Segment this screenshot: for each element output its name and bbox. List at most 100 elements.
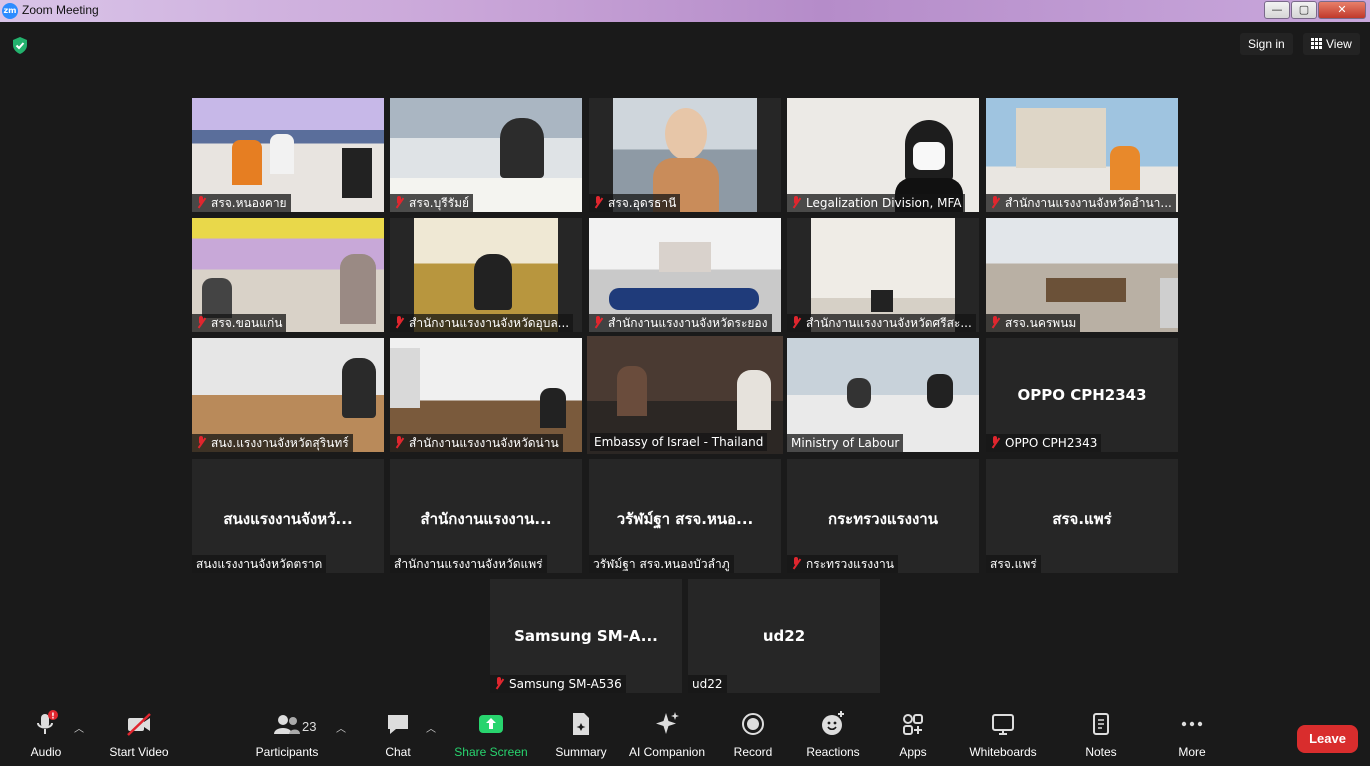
minimize-button[interactable]: —: [1264, 1, 1290, 19]
apps-button[interactable]: Apps: [894, 710, 932, 759]
mic-muted-icon: [990, 436, 1000, 449]
participant-name-label: สรจ.นครพนม: [986, 314, 1081, 332]
encryption-shield-icon[interactable]: [12, 37, 28, 54]
share-screen-icon: [479, 715, 503, 733]
participants-icon: [274, 715, 300, 734]
window-title-bar: zm Zoom Meeting — ▢ ✕: [0, 0, 1370, 22]
participant-tile[interactable]: สรจ.นครพนม: [986, 218, 1178, 332]
ai-companion-button[interactable]: AI Companion: [626, 710, 708, 759]
participant-tile-active-speaker[interactable]: Embassy of Israel - Thailand: [587, 336, 783, 454]
record-button[interactable]: Record: [730, 710, 776, 759]
participant-name-label: วรัฬม์ฐา สรจ.หนองบัวลำภู: [589, 555, 734, 573]
audio-alert-badge: !: [51, 712, 55, 721]
participant-tile[interactable]: สำนักงานแรงงานจังหวัดอุบล...: [390, 218, 582, 332]
participant-tile[interactable]: ud22 ud22: [688, 579, 880, 693]
participant-tile[interactable]: สำนักงานแรงงาน... สำนักงานแรงงานจังหวัดแ…: [390, 459, 582, 573]
chat-button[interactable]: Chat: [378, 710, 418, 759]
start-video-button[interactable]: Start Video: [104, 710, 174, 759]
summary-label: Summary: [555, 745, 607, 759]
participant-name-label: ud22: [688, 675, 727, 693]
participant-name-label: สำนักงานแรงงานจังหวัดอำนา...: [986, 194, 1176, 212]
participant-tile[interactable]: สนง.แรงงานจังหวัดสุรินทร์: [192, 338, 384, 452]
mic-muted-icon: [394, 316, 404, 329]
mic-muted-icon: [593, 196, 603, 209]
record-label: Record: [733, 745, 773, 759]
mic-muted-icon: [593, 316, 603, 329]
participant-tile[interactable]: Ministry of Labour: [787, 338, 979, 452]
summary-document-icon: [573, 713, 589, 735]
more-label: More: [1178, 745, 1206, 759]
participants-label: Participants: [255, 745, 319, 759]
view-button[interactable]: View: [1303, 33, 1360, 55]
participant-tile[interactable]: สรจ.อุดรธานี: [589, 98, 781, 212]
close-window-button[interactable]: ✕: [1318, 1, 1366, 19]
audio-label: Audio: [30, 745, 62, 759]
participants-button[interactable]: Participants: [252, 710, 322, 759]
participant-tile[interactable]: สรจ.หนองคาย: [192, 98, 384, 212]
mic-muted-icon: [394, 436, 404, 449]
sign-in-button[interactable]: Sign in: [1240, 33, 1293, 55]
leave-meeting-button[interactable]: Leave: [1297, 725, 1358, 753]
mic-muted-icon: [494, 677, 504, 690]
participant-tile[interactable]: สรจ.ขอนแก่น: [192, 218, 384, 332]
whiteboard-icon: [992, 714, 1014, 735]
participant-tile[interactable]: สำนักงานแรงงานจังหวัดอำนา...: [986, 98, 1178, 212]
chat-options-caret[interactable]: ︿: [426, 720, 436, 735]
participant-name-label: Embassy of Israel - Thailand: [590, 433, 768, 451]
participant-display-name: ud22: [762, 627, 806, 645]
participant-tile[interactable]: สำนักงานแรงงานจังหวัดน่าน: [390, 338, 582, 452]
participant-display-name: วรัฬม์ฐา สรจ.หนอ...: [616, 510, 754, 528]
audio-button[interactable]: ! Audio: [24, 710, 68, 759]
mic-muted-icon: [990, 316, 1000, 329]
notes-button[interactable]: Notes: [1078, 710, 1124, 759]
maximize-button[interactable]: ▢: [1291, 1, 1317, 19]
participant-tile[interactable]: วรัฬม์ฐา สรจ.หนอ... วรัฬม์ฐา สรจ.หนองบัว…: [589, 459, 781, 573]
participant-display-name: สนงแรงงานจังหวั...: [223, 510, 353, 528]
participant-tile[interactable]: กระทรวงแรงงาน กระทรวงแรงงาน: [787, 459, 979, 573]
participant-tile[interactable]: สนงแรงงานจังหวั... สนงแรงงานจังหวัดตราด: [192, 459, 384, 573]
participant-name-label: สรจ.อุดรธานี: [589, 194, 681, 212]
participant-tile[interactable]: สรจ.แพร่ สรจ.แพร่: [986, 459, 1178, 573]
whiteboards-button[interactable]: Whiteboards: [964, 710, 1042, 759]
participant-name-label: Legalization Division, MFA: [787, 194, 966, 212]
notes-icon: [1093, 713, 1109, 735]
reactions-button[interactable]: Reactions: [804, 710, 862, 759]
participant-name-label: สนง.แรงงานจังหวัดสุรินทร์: [192, 434, 353, 452]
chat-bubble-icon: [388, 715, 408, 734]
mic-muted-icon: [196, 316, 206, 329]
mic-muted-icon: [196, 196, 206, 209]
view-label: View: [1326, 37, 1352, 51]
participant-display-name: สำนักงานแรงงาน...: [420, 510, 552, 528]
participant-name-label: สรจ.แพร่: [986, 555, 1041, 573]
participant-name-label: กระทรวงแรงงาน: [787, 555, 898, 573]
participant-name-label: สำนักงานแรงงานจังหวัดน่าน: [390, 434, 563, 452]
participant-name-label: สำนักงานแรงงานจังหวัดแพร่: [390, 555, 547, 573]
participant-name-label: Ministry of Labour: [787, 434, 904, 452]
participant-tile[interactable]: สำนักงานแรงงานจังหวัดศรีสะ...: [787, 218, 979, 332]
reaction-smiley-icon: [822, 711, 844, 735]
participant-tile[interactable]: สรจ.บุรีรัมย์: [390, 98, 582, 212]
audio-options-caret[interactable]: ︿: [74, 720, 84, 735]
summary-button[interactable]: Summary: [550, 710, 612, 759]
participant-name-label: สำนักงานแรงงานจังหวัดระยอง: [589, 314, 772, 332]
participant-name-label: Samsung SM-A536: [490, 675, 626, 693]
participant-tile[interactable]: Samsung SM-A... Samsung SM-A536: [490, 579, 682, 693]
mic-muted-icon: [394, 196, 404, 209]
participant-name-label: สำนักงานแรงงานจังหวัดศรีสะ...: [787, 314, 976, 332]
grid-view-icon: [1311, 38, 1322, 49]
apps-icon: [903, 714, 923, 735]
video-off-icon: [127, 713, 151, 736]
notes-label: Notes: [1085, 745, 1117, 759]
more-button[interactable]: More: [1170, 710, 1214, 759]
participant-name-label: OPPO CPH2343: [986, 434, 1102, 452]
participant-name-label: สรจ.บุรีรัมย์: [390, 194, 474, 212]
participants-options-caret[interactable]: ︿: [336, 720, 346, 735]
participant-tile[interactable]: Legalization Division, MFA: [787, 98, 979, 212]
participant-display-name: กระทรวงแรงงาน: [828, 510, 938, 528]
mic-muted-icon: [791, 557, 801, 570]
share-screen-button[interactable]: Share Screen: [452, 710, 530, 759]
record-icon: [742, 713, 764, 735]
participant-tile[interactable]: OPPO CPH2343 OPPO CPH2343: [986, 338, 1178, 452]
participant-tile[interactable]: สำนักงานแรงงานจังหวัดระยอง: [589, 218, 781, 332]
share-screen-label: Share Screen: [454, 745, 528, 759]
